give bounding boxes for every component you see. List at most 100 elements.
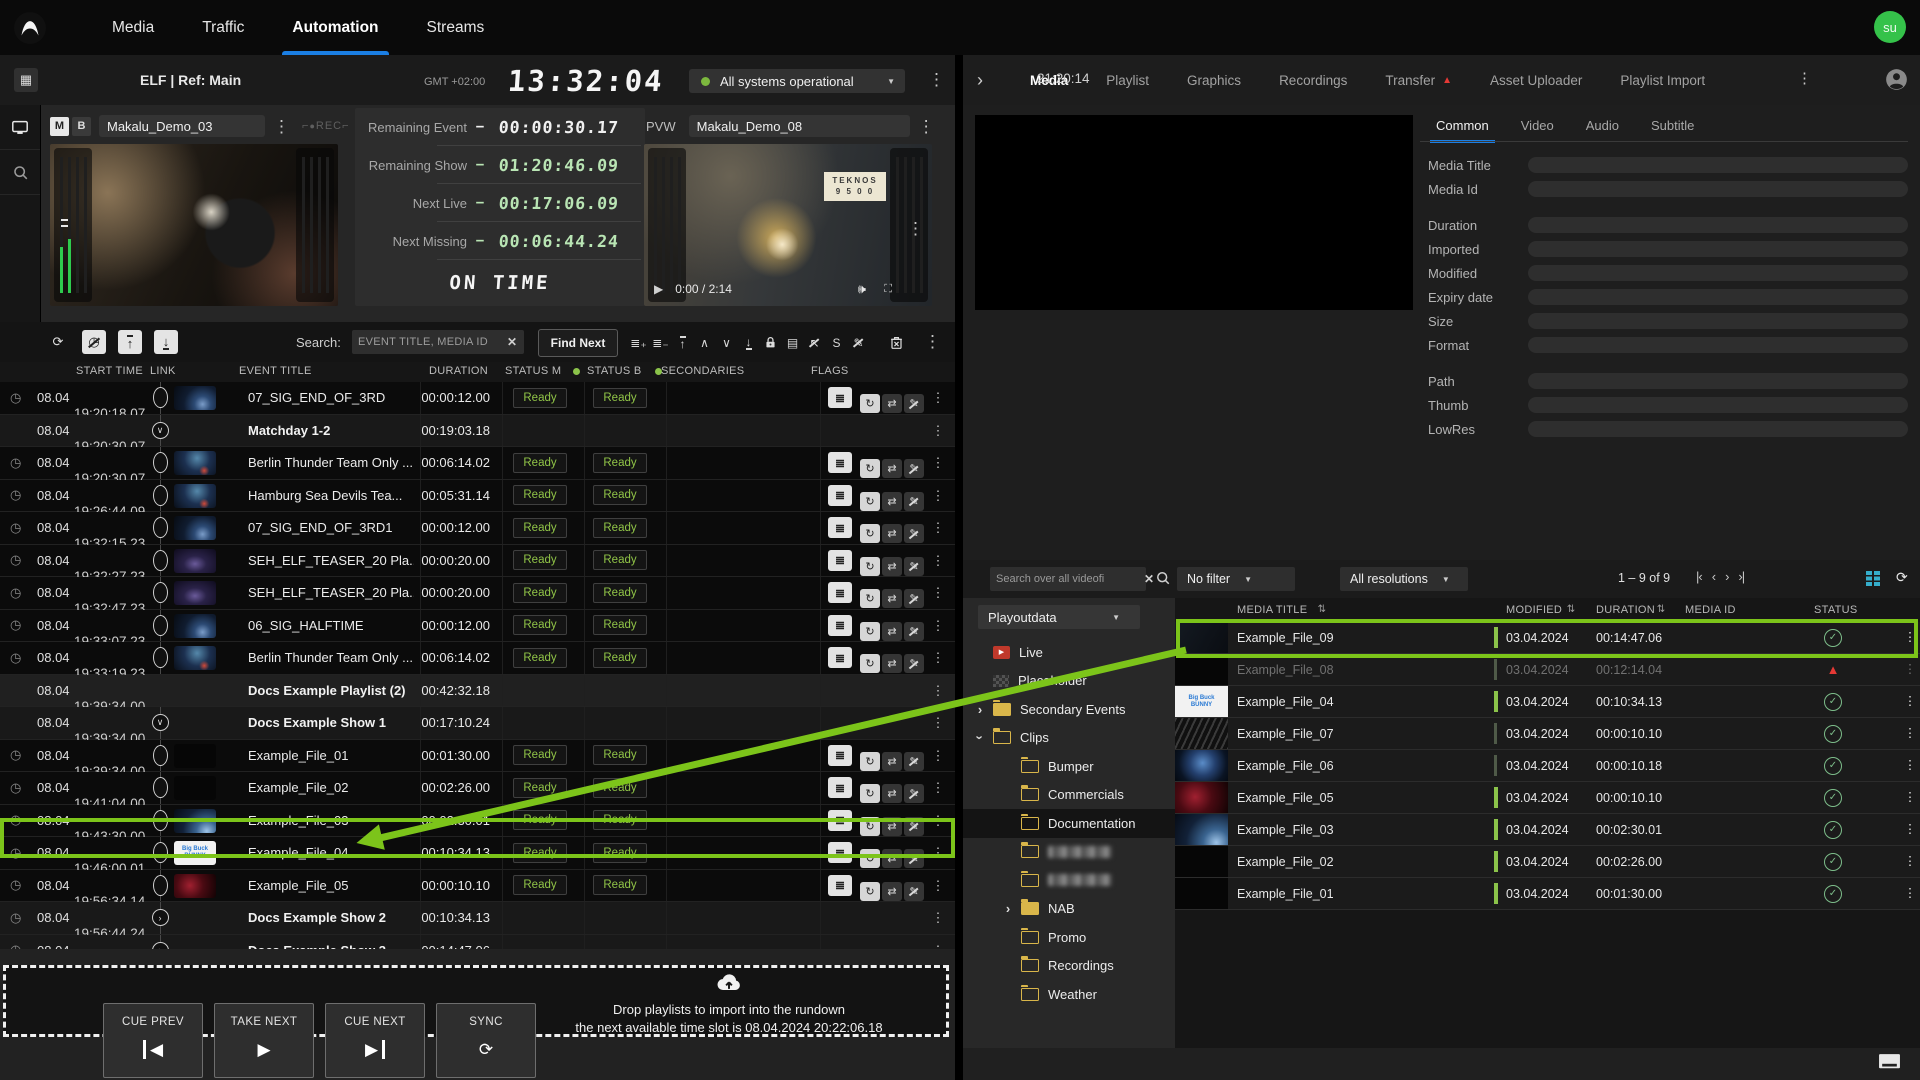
take-next-button[interactable]: TAKE NEXT ▶	[214, 1003, 314, 1078]
rundown-row[interactable]: 08.0419:39:34.00Docs Example Playlist (2…	[0, 674, 955, 714]
pvw-video[interactable]: TEKNOS 9 5 0 0 ▶ 0:00 / 2:14 🕪 ⛶ ⋮	[644, 144, 932, 306]
loop-icon[interactable]: ↻	[860, 654, 880, 674]
tree-item-nab[interactable]: › NAB	[963, 895, 1175, 924]
tree-item-live[interactable]: ▶ Live	[963, 638, 1175, 667]
rundown-col-status-m[interactable]: STATUS M	[505, 365, 561, 377]
link-node-icon[interactable]	[146, 740, 174, 772]
rundown-search-input[interactable]	[352, 336, 507, 348]
pen-disabled-icon[interactable]: ✎	[904, 751, 924, 771]
loop-icon[interactable]: ↻	[860, 881, 880, 901]
tree-item-clips[interactable]: › Clips	[963, 724, 1175, 753]
media-row-more-icon[interactable]: ⋮	[1903, 750, 1917, 781]
secondaries-list-icon[interactable]: ≣	[828, 744, 852, 766]
secondaries-list-icon[interactable]: ≣	[828, 517, 852, 538]
lock-icon[interactable]	[760, 332, 781, 353]
media-col-modified[interactable]: MODIFIED	[1506, 604, 1562, 616]
pvw-video-more-icon[interactable]: ⋮	[907, 220, 924, 237]
swap-icon[interactable]: ⇄	[882, 394, 902, 414]
media-col-status[interactable]: STATUS	[1814, 604, 1858, 616]
media-row-more-icon[interactable]: ⋮	[1903, 622, 1917, 653]
media-row[interactable]: Example_File_03 03.04.2024 00:02:30.01 ✓ ⋮	[1175, 814, 1920, 846]
layout-grid-icon[interactable]: ▦	[14, 68, 38, 92]
sort-icon[interactable]: ⇅	[1657, 604, 1666, 615]
swap-icon[interactable]: ⇄	[882, 491, 902, 511]
meta-tab-subtitle[interactable]: Subtitle	[1635, 118, 1710, 143]
loop-icon[interactable]: ↻	[860, 751, 880, 771]
row-more-icon[interactable]: ⋮	[930, 642, 946, 674]
scroll-top-icon[interactable]: ↑	[118, 330, 142, 354]
secondaries-list-icon[interactable]: ≣	[828, 809, 852, 831]
pvw-clip-title-input[interactable]	[688, 115, 910, 137]
pvw-more-icon[interactable]: ⋮	[918, 118, 935, 135]
system-status-dropdown[interactable]: All systems operational ▼	[689, 69, 905, 93]
rundown-row[interactable]: ◷08.0419:46:00.01Big BuckBUNNYExample_Fi…	[0, 837, 955, 876]
loop-icon[interactable]: ↻	[860, 524, 880, 544]
media-row-more-icon[interactable]: ⋮	[1903, 878, 1917, 909]
loop-icon[interactable]: ↻	[860, 849, 880, 869]
link-node-icon[interactable]	[146, 480, 174, 512]
search-icon[interactable]	[1155, 570, 1171, 591]
cursor-disabled-icon[interactable]: ↖	[804, 332, 825, 353]
swap-icon[interactable]: ⇄	[882, 556, 902, 576]
link-node-icon[interactable]	[146, 805, 174, 837]
tree-item-documentation[interactable]: Documentation	[963, 809, 1175, 838]
next-page-icon[interactable]: ›	[1725, 569, 1729, 584]
pen-disabled-icon[interactable]: ✎	[904, 459, 924, 479]
main-channel-button[interactable]: M	[50, 116, 69, 136]
virtual-keyboard-icon[interactable]	[1878, 1053, 1901, 1075]
swap-icon[interactable]: ⇄	[882, 816, 902, 836]
media-row[interactable]: Example_File_06 03.04.2024 00:00:10.18 ✓ ⋮	[1175, 750, 1920, 782]
loop-icon[interactable]: ↻	[860, 816, 880, 836]
link-node-icon[interactable]	[146, 382, 174, 414]
secondaries-list-icon[interactable]: ≣	[828, 874, 852, 896]
row-more-icon[interactable]: ⋮	[930, 577, 946, 609]
tree-item-redacted[interactable]	[963, 866, 1175, 895]
pen-disabled-icon[interactable]: ✎	[904, 849, 924, 869]
link-node-icon[interactable]: ∨	[146, 707, 174, 739]
rundown-col-link[interactable]: LINK	[150, 365, 176, 377]
tree-item-redacted[interactable]	[963, 838, 1175, 867]
id-card-icon[interactable]: ▤	[782, 332, 803, 353]
badge-s-icon[interactable]: S	[826, 332, 847, 353]
prev-page-icon[interactable]: ‹	[1712, 569, 1716, 584]
meta-field-input[interactable]	[1528, 157, 1908, 173]
monitor-view-button[interactable]	[0, 105, 40, 150]
remove-row-icon[interactable]: ≣₋	[650, 332, 671, 353]
secondaries-list-icon[interactable]: ≣	[828, 484, 852, 506]
pen-disabled-icon[interactable]: ✎	[904, 589, 924, 609]
secondaries-list-icon[interactable]: ≣	[828, 777, 852, 798]
move-up-icon[interactable]: ∧	[694, 332, 715, 353]
pen-disabled-icon[interactable]: ✎	[904, 524, 924, 544]
secondaries-list-icon[interactable]: ≣	[828, 614, 852, 636]
pgm-more-icon[interactable]: ⋮	[273, 118, 290, 135]
link-node-icon[interactable]	[146, 545, 174, 577]
tree-item-recordings[interactable]: Recordings	[963, 952, 1175, 981]
link-node-icon[interactable]: ∨	[146, 415, 174, 447]
rundown-row[interactable]: ◷08.0419:56:34.14Example_File_0500:00:10…	[0, 869, 955, 909]
pen-disabled-icon[interactable]: ✎	[904, 881, 924, 901]
tree-item-commercials[interactable]: Commercials	[963, 781, 1175, 810]
toolbar-more-icon[interactable]: ⋮	[924, 333, 941, 350]
rundown-row[interactable]: ◷08.0419:33:19.23Berlin Thunder Team Onl…	[0, 642, 955, 681]
secondaries-list-icon[interactable]: ≣	[828, 647, 852, 668]
play-icon[interactable]: ▶	[654, 282, 663, 296]
loop-icon[interactable]: ↻	[860, 459, 880, 479]
cue-next-button[interactable]: CUE NEXT ▶	[325, 1003, 425, 1078]
media-row[interactable]: Example_File_05 03.04.2024 00:00:10.10 ✓ ⋮	[1175, 782, 1920, 814]
row-more-icon[interactable]: ⋮	[930, 902, 946, 934]
nav-tab-media[interactable]: Media	[88, 0, 178, 55]
meta-field-input[interactable]	[1528, 397, 1908, 413]
media-row[interactable]: Example_File_01 03.04.2024 00:01:30.00 ✓ ⋮	[1175, 878, 1920, 910]
move-top-icon[interactable]: ↑	[672, 332, 693, 353]
rundown-col-duration[interactable]: DURATION	[429, 365, 488, 377]
sync-button[interactable]: SYNC ⟳	[436, 1003, 536, 1078]
row-more-icon[interactable]: ⋮	[930, 707, 946, 739]
media-row[interactable]: Example_File_02 03.04.2024 00:02:26.00 ✓ ⋮	[1175, 846, 1920, 878]
rundown-row[interactable]: ◷08.0419:26:44.09Hamburg Sea Devils Tea.…	[0, 479, 955, 519]
row-more-icon[interactable]: ⋮	[930, 447, 946, 479]
add-row-icon[interactable]: ≣₊	[628, 332, 649, 353]
header-more-icon[interactable]: ⋮	[928, 71, 945, 88]
loop-icon[interactable]: ↻	[860, 394, 880, 414]
filter-select[interactable]: No filter ▼	[1177, 567, 1295, 591]
media-row-more-icon[interactable]: ⋮	[1903, 718, 1917, 749]
